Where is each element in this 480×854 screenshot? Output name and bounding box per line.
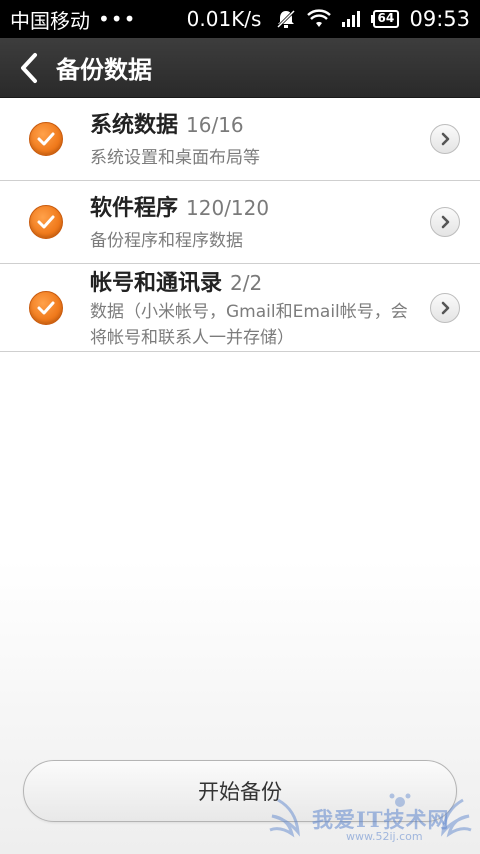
- page-title: 备份数据: [56, 56, 152, 84]
- signal-icon: [341, 10, 361, 28]
- notification-dots: •••: [98, 7, 137, 31]
- network-speed: 0.01K/s: [186, 7, 262, 31]
- watermark-url: www.52ij.com: [346, 830, 423, 843]
- chevron-right-icon[interactable]: [430, 207, 460, 237]
- battery-icon: 64: [371, 10, 400, 28]
- item-title: 软件程序: [90, 196, 179, 221]
- clock: 09:53: [409, 7, 470, 31]
- carrier-name: 中国移动: [10, 8, 90, 33]
- checkbox-checked-icon[interactable]: [29, 205, 63, 239]
- muted-bell-icon: [275, 8, 297, 30]
- item-title: 系统数据: [90, 113, 179, 138]
- list-item-accounts-contacts[interactable]: 帐号和通讯录 2/2 数据（小米帐号，Gmail和Email帐号，会将帐号和联系…: [0, 264, 480, 352]
- item-title: 帐号和通讯录: [90, 270, 223, 296]
- action-bar: 备份数据: [0, 38, 480, 98]
- item-count: 2/2: [230, 270, 263, 295]
- chevron-left-icon: [21, 52, 37, 83]
- backup-item-list: 系统数据 16/16 系统设置和桌面布局等 软件程序 120/120 备份程序和…: [0, 98, 480, 352]
- status-bar: 中国移动 ••• 0.01K/s 64 09:53: [0, 0, 480, 38]
- item-subtitle: 备份程序和程序数据: [90, 231, 243, 251]
- checkbox-checked-icon[interactable]: [29, 122, 63, 156]
- item-subtitle: 系统设置和桌面布局等: [90, 148, 260, 168]
- checkbox-checked-icon[interactable]: [29, 290, 63, 325]
- start-backup-button[interactable]: 开始备份: [23, 760, 457, 822]
- battery-level: 64: [377, 11, 395, 25]
- chevron-right-icon[interactable]: [430, 292, 460, 323]
- item-count: 120/120: [186, 196, 270, 220]
- list-item-system-data[interactable]: 系统数据 16/16 系统设置和桌面布局等: [0, 98, 480, 181]
- wifi-icon: [307, 9, 332, 29]
- chevron-right-icon[interactable]: [430, 124, 460, 154]
- list-item-apps[interactable]: 软件程序 120/120 备份程序和程序数据: [0, 181, 480, 264]
- item-count: 16/16: [186, 113, 244, 137]
- item-subtitle: 数据（小米帐号，Gmail和Email帐号，会将帐号和联系人一并存储）: [90, 301, 408, 348]
- back-button[interactable]: [6, 38, 52, 98]
